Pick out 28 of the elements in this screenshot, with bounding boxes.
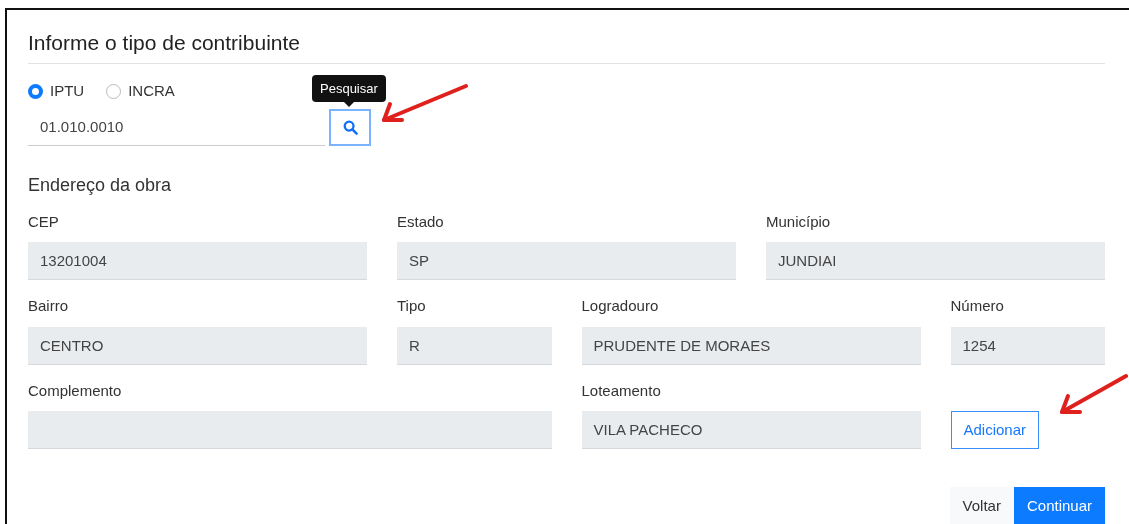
search-button[interactable] [329, 108, 371, 146]
continue-button[interactable]: Continuar [1013, 487, 1105, 524]
radio-label: INCRA [128, 81, 175, 102]
add-button[interactable]: Adicionar [950, 411, 1040, 450]
field-label: Loteamento [581, 380, 662, 401]
radio-label: IPTU [50, 81, 85, 102]
input-field[interactable]: R [397, 326, 552, 365]
input-field[interactable]: PRUDENTE DE MORAES [581, 326, 921, 365]
input-field[interactable]: SP [397, 242, 736, 281]
dialog-title: Informe o tipo de contribuinte [28, 30, 1105, 65]
input-field[interactable] [28, 411, 552, 450]
section-title: Endereço da obra [28, 173, 173, 197]
input-field[interactable]: 1254 [950, 326, 1105, 365]
field-label: Tipo [397, 296, 427, 317]
field-label: Bairro [28, 296, 69, 317]
input-field[interactable]: VILA PACHECO [581, 411, 921, 450]
search-icon [342, 119, 358, 135]
input-field[interactable]: JUNDIAI [766, 242, 1105, 281]
radio-button[interactable] [28, 83, 43, 99]
field-label: Estado [397, 211, 445, 232]
field-label: CEP [28, 211, 60, 232]
field-label: Complemento [28, 380, 123, 401]
input-field[interactable]: CENTRO [28, 326, 367, 365]
field-label: Número [950, 296, 1005, 317]
field-label: Município [766, 211, 832, 232]
field-label: Logradouro [581, 296, 660, 317]
back-button[interactable]: Voltar [949, 487, 1014, 524]
input-field[interactable]: 13201004 [28, 242, 367, 281]
